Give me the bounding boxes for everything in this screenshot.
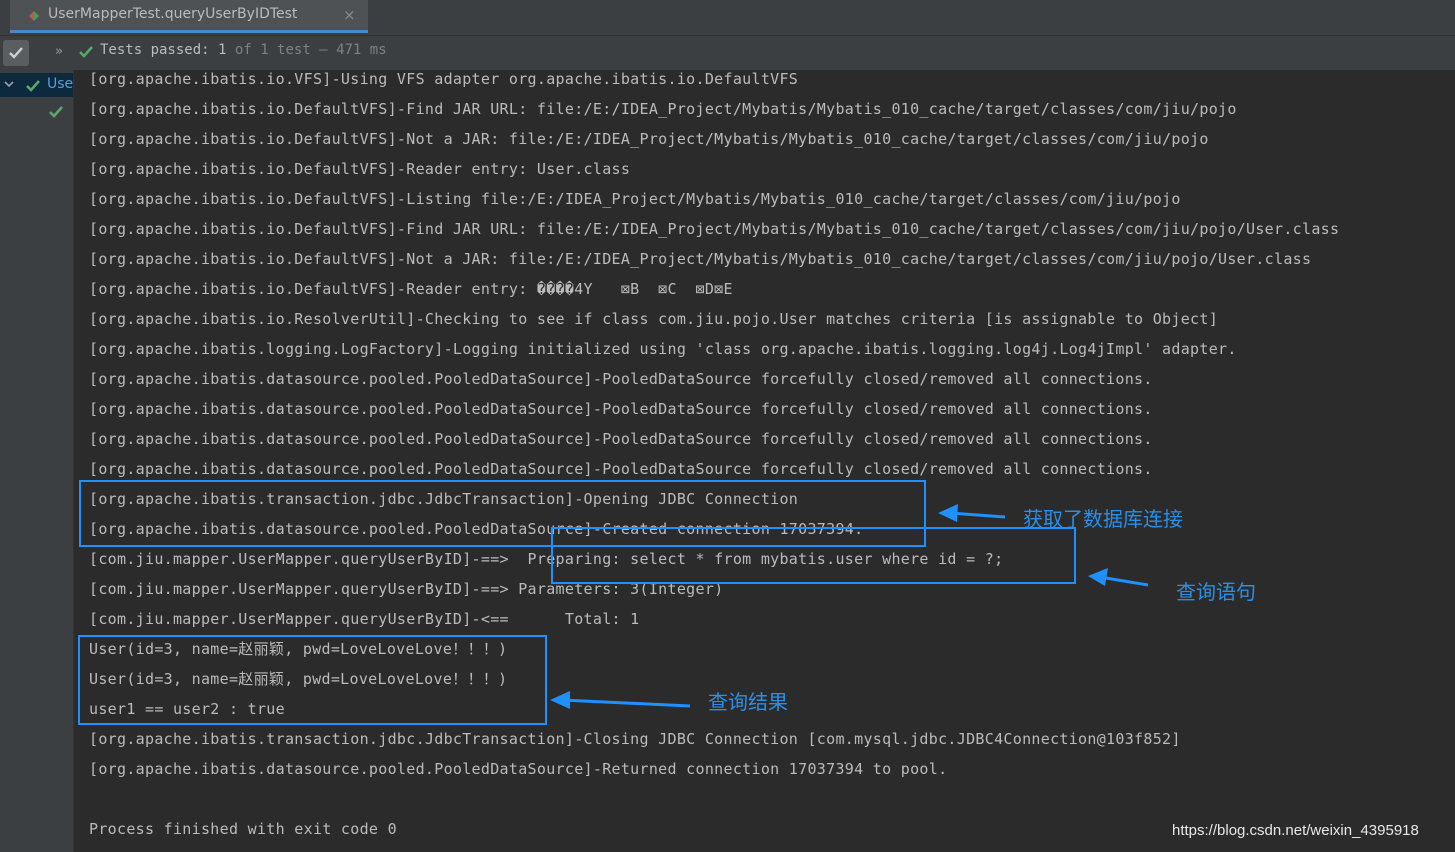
annotation-result: 查询结果 bbox=[708, 690, 788, 714]
arrow-query bbox=[1088, 568, 1149, 587]
annotation-connection: 获取了数据库连接 bbox=[1023, 507, 1183, 531]
annotation-arrows bbox=[550, 504, 1149, 709]
annotation-query: 查询语句 bbox=[1176, 580, 1256, 604]
arrow-connection bbox=[938, 504, 1006, 522]
arrow-result bbox=[550, 691, 691, 709]
watermark: https://blog.csdn.net/weixin_4395918 bbox=[1172, 822, 1419, 839]
